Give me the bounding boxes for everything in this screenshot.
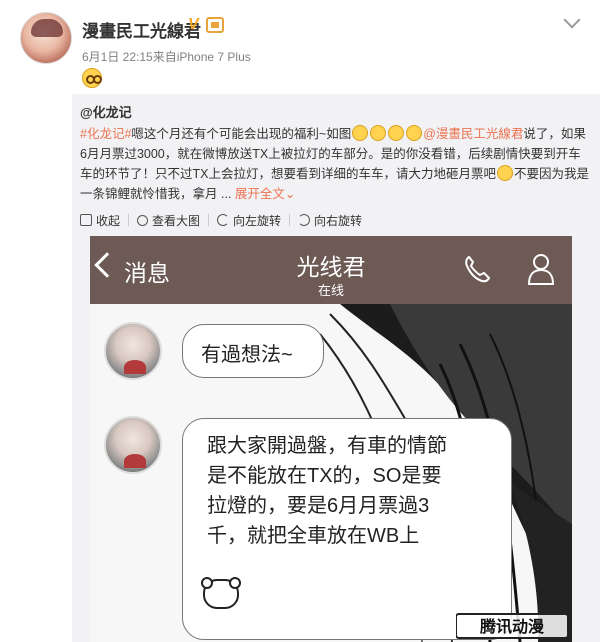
divider <box>208 214 210 226</box>
message-bubble: 跟大家開過盤，有車的情節 是不能放在TX的，SO是要 拉燈的，要是6月月票過3 … <box>182 418 512 640</box>
post-meta: 6月1日 22:15来自iPhone 7 Plus <box>82 50 251 64</box>
chat-body: 有過想法~ 跟大家開過盤，有車的情節 是不能放在TX的，SO是要 拉燈的，要是6… <box>90 304 572 642</box>
mention-link[interactable]: @漫畫民工光線君 <box>423 127 523 141</box>
rotate-left-label: 向左旋转 <box>233 213 282 228</box>
chat-title: 光线君 <box>296 254 366 280</box>
avatar[interactable] <box>20 12 72 64</box>
chat-avatar[interactable] <box>104 322 162 380</box>
message-line: 是不能放在TX的，SO是要 <box>207 465 442 487</box>
emoji-icon <box>388 125 405 141</box>
chat-status: 在线 <box>317 283 344 298</box>
message-bubble: 有過想法~ <box>182 324 324 378</box>
emoji-icon <box>406 125 423 141</box>
repost-card: @化龙记 #化龙记#嗯这个月还有个可能会出现的福利~如图 @漫畫民工光線君说了，如… <box>72 94 600 642</box>
expand-full-text-link[interactable]: 展开全文 <box>235 187 285 201</box>
rotate-right-icon <box>298 214 311 226</box>
collapse-button[interactable]: 收起 <box>80 212 120 229</box>
image-toolbar: 收起 查看大图 向左旋转 向右旋转 <box>80 210 362 230</box>
emoji-icon <box>370 125 387 141</box>
rotate-right-label: 向右旋转 <box>314 213 363 228</box>
emoji-icon <box>496 165 513 181</box>
rotate-right-button[interactable]: 向右旋转 <box>298 212 362 229</box>
watermark-logo: 腾讯动漫 <box>456 613 568 639</box>
user-icon[interactable] <box>526 252 556 286</box>
chat-avatar[interactable] <box>104 416 162 474</box>
repost-text: #化龙记#嗯这个月还有个可能会出现的福利~如图 @漫畫民工光線君说了，如果6月月票… <box>80 124 592 204</box>
chevron-down-icon[interactable]: ⌄ <box>285 187 295 201</box>
username[interactable]: 漫畫民工光線君 <box>82 17 201 42</box>
divider <box>289 214 291 226</box>
repost-text-part1: 嗯这个月还有个可能会出现的福利~如图 <box>131 127 352 141</box>
chat-header: 消息 光线君 在线 <box>90 236 572 304</box>
rotate-left-icon <box>217 214 230 226</box>
hashtag-link[interactable]: #化龙记# <box>80 127 131 141</box>
message-line: 千，就把全車放在WB上 <box>207 525 420 547</box>
emoji-icon <box>82 68 102 88</box>
message-line: 跟大家開過盤，有車的情節 <box>207 435 447 457</box>
post-header: 漫畫民工光線君 V 6月1日 22:15来自iPhone 7 Plus <box>0 0 600 95</box>
emoji-icon <box>352 125 369 141</box>
attached-image[interactable]: 消息 光线君 在线 有過想法~ 跟大家開過盤，有車的情節 是不能放在TX的，SO… <box>90 236 572 642</box>
phone-icon[interactable] <box>462 254 492 284</box>
divider <box>128 214 130 226</box>
zoom-icon <box>137 214 149 226</box>
view-large-image-button[interactable]: 查看大图 <box>137 212 200 229</box>
message-line: 拉燈的，要是6月月票過3 <box>207 495 430 517</box>
collapse-label: 收起 <box>96 213 121 228</box>
verified-icon: V <box>188 16 199 33</box>
message-text: 有過想法~ <box>201 344 293 366</box>
repost-author[interactable]: @化龙记 <box>80 102 132 121</box>
bear-icon <box>201 577 241 609</box>
watermark-text: 腾讯动漫 <box>480 617 544 636</box>
member-icon[interactable] <box>206 17 224 33</box>
view-large-label: 查看大图 <box>152 213 201 228</box>
collapse-icon <box>80 214 92 226</box>
rotate-left-button[interactable]: 向左旋转 <box>217 212 281 229</box>
chevron-down-icon[interactable] <box>563 11 581 29</box>
